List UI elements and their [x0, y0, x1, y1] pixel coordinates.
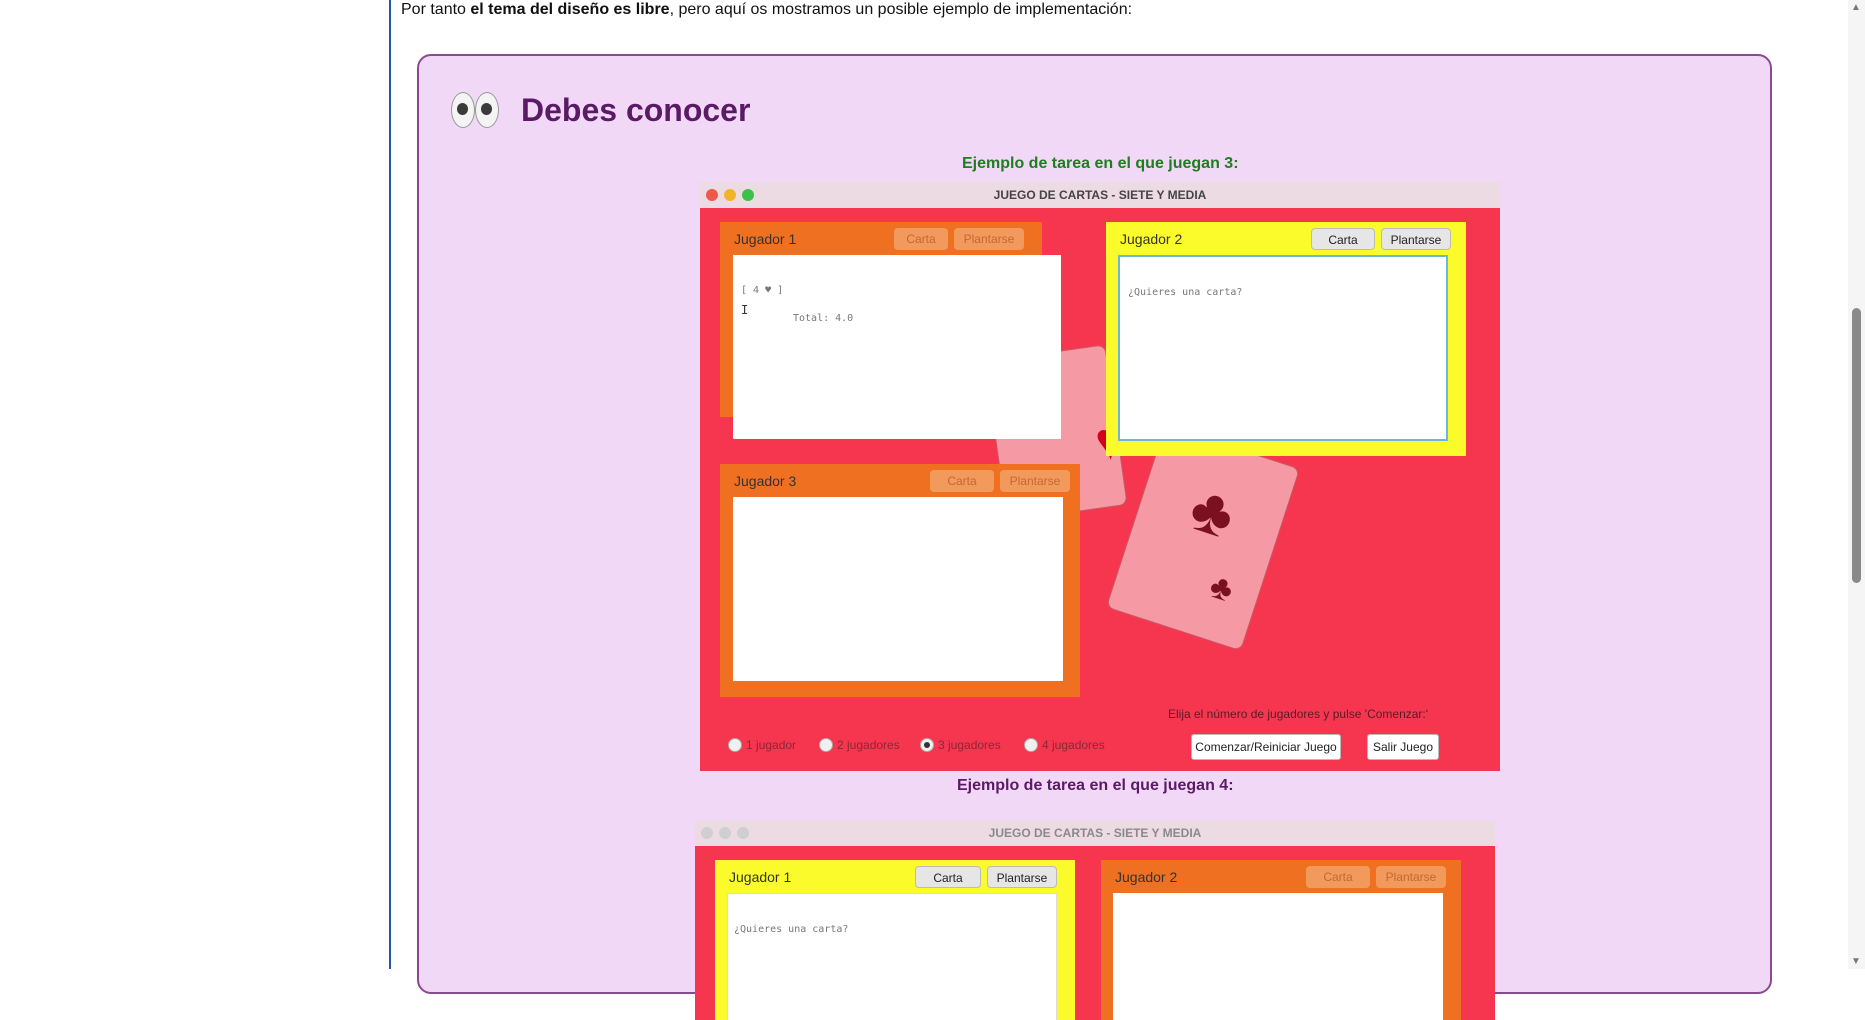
card-button[interactable]: Carta — [1306, 866, 1370, 888]
scrollbar-thumb[interactable] — [1852, 308, 1861, 583]
caption-3-players: Ejemplo de tarea en el que juegan 3: — [962, 155, 1239, 172]
page-scrollbar[interactable]: ▲ ▼ — [1848, 0, 1865, 969]
caption-4-players: Ejemplo de tarea en el que juegan 4: — [957, 777, 1234, 794]
club-icon: ♣ — [1181, 470, 1244, 553]
eyes-icon — [451, 90, 499, 130]
player-panel-2: Jugador 2 Carta Plantarse — [1101, 860, 1461, 1020]
radio-dot — [1024, 738, 1038, 752]
player-label: Jugador 2 — [1120, 231, 1183, 247]
player-text-area[interactable]: [ 4 ♥ ] I Total: 4.0 — [733, 255, 1061, 439]
club-small-icon: ♣ — [1205, 566, 1239, 610]
player-label: Jugador 2 — [1115, 869, 1178, 885]
player-label: Jugador 1 — [734, 231, 797, 247]
start-restart-button[interactable]: Comenzar/Reiniciar Juego — [1191, 734, 1341, 760]
player-text-area[interactable] — [733, 497, 1063, 681]
radio-2-players[interactable]: 2 jugadores — [819, 738, 900, 752]
radio-dot — [819, 738, 833, 752]
window-titlebar: JUEGO DE CARTAS - SIETE Y MEDIA — [695, 820, 1495, 846]
card-button[interactable]: Carta — [1311, 228, 1375, 250]
card-button[interactable]: Carta — [930, 470, 994, 492]
radio-3-players[interactable]: 3 jugadores — [920, 738, 1001, 752]
window-title: JUEGO DE CARTAS - SIETE Y MEDIA — [993, 188, 1207, 202]
intro-text-pre: Por tanto — [401, 1, 471, 18]
ace-of-clubs-card: ♣ ♣ — [1105, 424, 1301, 652]
player-panel-1: Jugador 1 Carta Plantarse [ 4 ♥ ] I Tota… — [720, 222, 1061, 439]
prompt-line: ¿Quieres una carta? — [1128, 287, 1243, 298]
radio-label: 1 jugador — [746, 738, 797, 752]
hand-line: [ 4 ♥ ] — [741, 285, 784, 296]
radio-4-players[interactable]: 4 jugadores — [1024, 738, 1105, 752]
card-button[interactable]: Carta — [894, 228, 948, 250]
stand-button[interactable]: Plantarse — [1376, 866, 1446, 888]
box-title: Debes conocer — [521, 91, 751, 128]
window-titlebar: JUEGO DE CARTAS - SIETE Y MEDIA — [700, 182, 1500, 208]
player-text-area[interactable] — [1113, 893, 1443, 1020]
player-text-area[interactable]: ¿Quieres una carta? — [1118, 255, 1448, 441]
stand-button[interactable]: Plantarse — [1000, 470, 1070, 492]
window-title: JUEGO DE CARTAS - SIETE Y MEDIA — [988, 826, 1202, 840]
player-label: Jugador 1 — [729, 869, 792, 885]
instruction-text: Elija el número de jugadores y pulse 'Co… — [1168, 707, 1429, 721]
player-panel-3: Jugador 3 Carta Plantarse — [720, 464, 1080, 697]
radio-dot — [728, 738, 742, 752]
content-left-border — [389, 0, 391, 969]
intro-paragraph: Por tanto el tema del diseño es libre, p… — [401, 0, 1132, 20]
box-header: Debes conocer — [451, 90, 750, 130]
radio-label: 2 jugadores — [837, 738, 900, 752]
prompt-line: ¿Quieres una carta? — [734, 924, 849, 935]
scroll-up-icon[interactable]: ▲ — [1851, 2, 1861, 13]
game-window-4-players: JUEGO DE CARTAS - SIETE Y MEDIA Jugador … — [695, 820, 1495, 1020]
radio-dot — [920, 738, 934, 752]
text-cursor-icon: I — [741, 303, 749, 317]
radio-label: 3 jugadores — [938, 738, 1001, 752]
radio-1-player[interactable]: 1 jugador — [728, 738, 796, 752]
stand-button[interactable]: Plantarse — [987, 866, 1057, 888]
stand-button[interactable]: Plantarse — [1381, 228, 1451, 250]
player-panel-1: Jugador 1 Carta Plantarse ¿Quieres una c… — [715, 860, 1075, 1020]
total-line: Total: 4.0 — [793, 313, 854, 324]
player-label: Jugador 3 — [734, 473, 797, 489]
player-panel-2: Jugador 2 Carta Plantarse ¿Quieres una c… — [1106, 222, 1466, 456]
exit-game-button[interactable]: Salir Juego — [1367, 734, 1439, 760]
scroll-down-icon[interactable]: ▼ — [1851, 956, 1861, 967]
game-window-3-players: JUEGO DE CARTAS - SIETE Y MEDIA ♣ ♣ ♥ Ju… — [700, 182, 1500, 771]
radio-label: 4 jugadores — [1042, 738, 1105, 752]
player-text-area[interactable]: ¿Quieres una carta? — [727, 893, 1057, 1020]
stand-button[interactable]: Plantarse — [954, 228, 1024, 250]
intro-text-bold: el tema del diseño es libre — [470, 1, 670, 18]
intro-text-post: , pero aquí os mostramos un posible ejem… — [669, 1, 1133, 18]
card-button[interactable]: Carta — [915, 866, 981, 888]
